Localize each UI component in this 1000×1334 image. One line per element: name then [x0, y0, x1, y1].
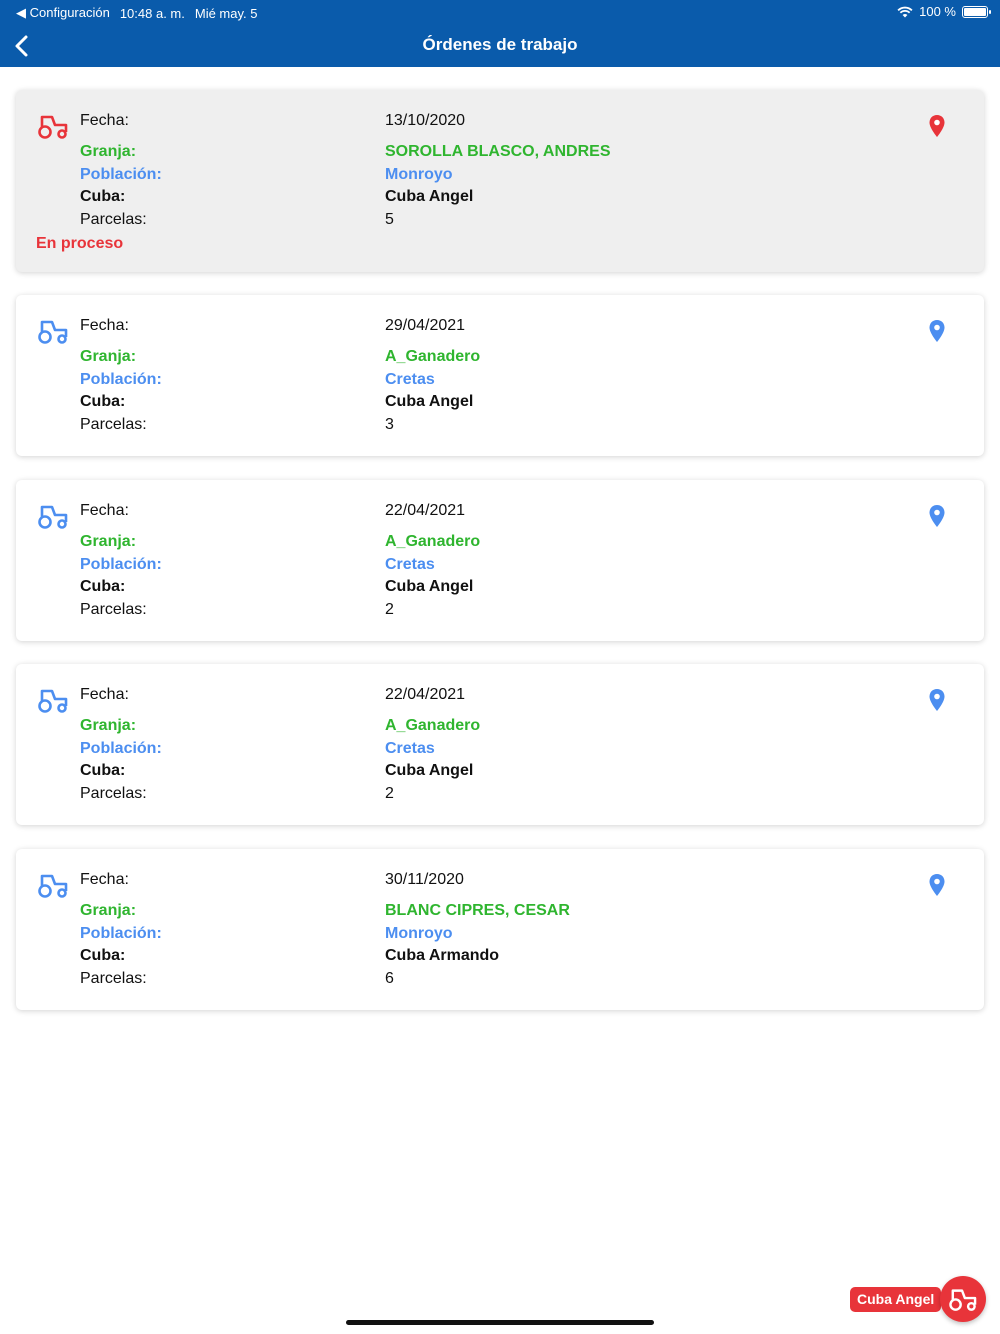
home-indicator [346, 1320, 654, 1325]
value-parcelas: 2 [385, 785, 394, 802]
value-cuba: Cuba Armando [385, 947, 500, 964]
value-poblacion: Monroyo [385, 166, 453, 183]
label-cuba: Cuba: [80, 578, 126, 595]
label-fecha: Fecha: [80, 502, 129, 519]
label-cuba: Cuba: [80, 947, 126, 964]
label-poblacion: Población: [80, 925, 162, 942]
label-cuba: Cuba: [80, 393, 126, 410]
value-poblacion: Cretas [385, 740, 435, 757]
value-fecha: 30/11/2020 [385, 871, 464, 888]
value-granja: A_Ganadero [385, 533, 481, 550]
tractor-icon [38, 874, 68, 898]
map-pin-icon[interactable] [928, 114, 946, 138]
order-card[interactable]: Fecha: Granja: Población: Cuba: Parcelas: 22/… [16, 664, 984, 825]
battery-percent: 100 % [919, 4, 956, 19]
value-granja: A_Ganadero [385, 348, 481, 365]
value-granja: SOROLLA BLASCO, ANDRES [385, 143, 611, 160]
label-parcelas: Parcelas: [80, 601, 147, 618]
map-pin-icon[interactable] [928, 688, 946, 712]
tractor-icon [38, 115, 68, 139]
map-pin-icon[interactable] [928, 504, 946, 528]
map-pin-icon[interactable] [928, 873, 946, 897]
tractor-icon [38, 505, 68, 529]
label-fecha: Fecha: [80, 112, 129, 129]
tractor-icon [38, 689, 68, 713]
value-fecha: 29/04/2021 [385, 317, 466, 334]
label-poblacion: Población: [80, 371, 162, 388]
value-parcelas: 5 [385, 211, 394, 228]
label-fecha: Fecha: [80, 871, 129, 888]
label-granja: Granja: [80, 902, 137, 919]
value-cuba: Cuba Angel [385, 762, 474, 779]
map-pin-icon[interactable] [928, 319, 946, 343]
value-parcelas: 6 [385, 970, 394, 987]
label-poblacion: Población: [80, 166, 162, 183]
tractor-fab-button[interactable] [940, 1276, 986, 1322]
order-card[interactable]: Fecha: Granja: Población: Cuba: Parcelas: 13/… [16, 90, 984, 272]
fab-label[interactable]: Cuba Angel [850, 1287, 942, 1312]
label-fecha: Fecha: [80, 686, 129, 703]
value-parcelas: 2 [385, 601, 394, 618]
order-card[interactable]: Fecha: Granja: Población: Cuba: Parcelas: 30/… [16, 849, 984, 1010]
value-poblacion: Cretas [385, 371, 435, 388]
value-granja: BLANC CIPRES, CESAR [385, 902, 570, 919]
label-cuba: Cuba: [80, 762, 126, 779]
value-poblacion: Cretas [385, 556, 435, 573]
label-parcelas: Parcelas: [80, 970, 147, 987]
label-poblacion: Población: [80, 740, 162, 757]
status-time: 10:48 a. m. [119, 5, 185, 21]
value-fecha: 22/04/2021 [385, 502, 466, 519]
value-granja: A_Ganadero [385, 717, 481, 734]
label-granja: Granja: [80, 143, 137, 160]
tractor-icon [949, 1289, 977, 1311]
battery-icon [962, 5, 991, 18]
value-parcelas: 3 [385, 416, 394, 433]
value-cuba: Cuba Angel [385, 393, 474, 410]
page-title: Órdenes de trabajo [422, 35, 578, 54]
status-back-app[interactable]: ◀ Configuración [16, 5, 110, 21]
value-fecha: 13/10/2020 [385, 112, 466, 129]
order-card[interactable]: Fecha: Granja: Población: Cuba: Parcelas: 22/… [16, 480, 984, 641]
label-parcelas: Parcelas: [80, 416, 147, 433]
status-bar: ◀ Configuración 10:48 a. m. Mié may. 5 1… [0, 0, 1000, 24]
status-date: Mié may. 5 [194, 5, 258, 21]
label-parcelas: Parcelas: [80, 785, 147, 802]
wifi-icon [897, 6, 913, 17]
status-label: En proceso [36, 235, 124, 252]
label-parcelas: Parcelas: [80, 211, 147, 228]
tractor-icon [38, 320, 68, 344]
label-granja: Granja: [80, 348, 137, 365]
label-poblacion: Población: [80, 556, 162, 573]
value-cuba: Cuba Angel [385, 188, 474, 205]
navigation-bar: Órdenes de trabajo [0, 24, 1000, 67]
label-fecha: Fecha: [80, 317, 129, 334]
value-fecha: 22/04/2021 [385, 686, 466, 703]
value-poblacion: Monroyo [385, 925, 453, 942]
value-cuba: Cuba Angel [385, 578, 474, 595]
label-granja: Granja: [80, 533, 137, 550]
label-cuba: Cuba: [80, 188, 126, 205]
order-card[interactable]: Fecha: Granja: Población: Cuba: Parcelas: 29/… [16, 295, 984, 456]
label-granja: Granja: [80, 717, 137, 734]
